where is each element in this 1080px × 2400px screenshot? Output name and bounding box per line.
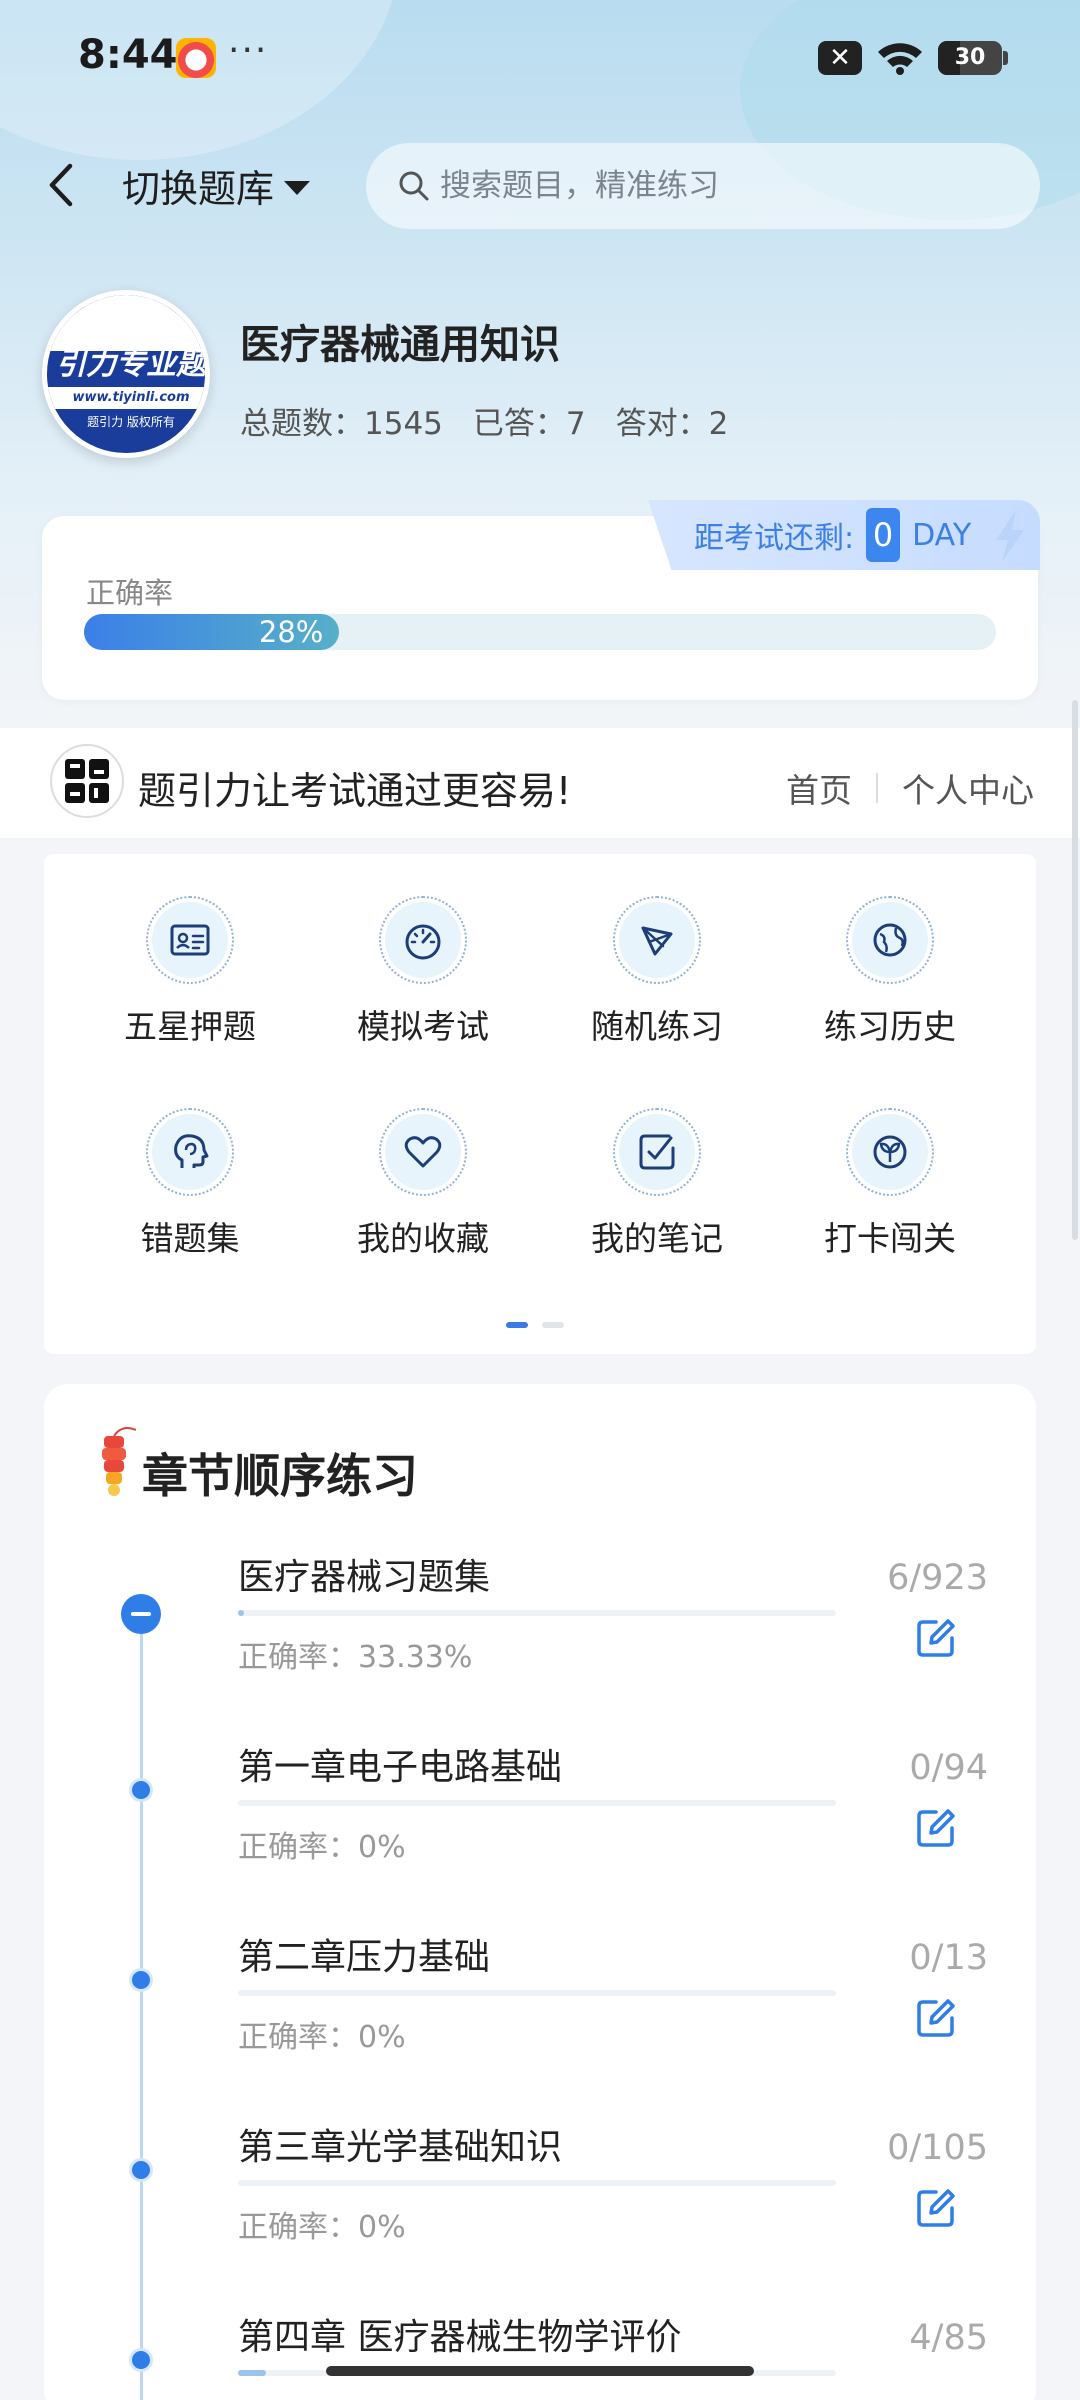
promo-banner: 题引力让考试通过更容易! 首页 个人中心 <box>0 728 1080 838</box>
edit-icon[interactable] <box>914 1616 958 1660</box>
link-divider <box>876 773 878 803</box>
menu-label: 练习历史 <box>824 1007 956 1046</box>
timeline-node <box>129 2348 153 2372</box>
accuracy-label: 正确率 <box>86 576 174 610</box>
sprout-icon <box>873 1135 907 1169</box>
answered-count: 已答：7 <box>472 406 586 442</box>
chapter-accuracy: 正确率：0% <box>238 2020 406 2055</box>
menu-item-wrong-questions[interactable]: 错题集 <box>90 1108 290 1260</box>
chapter-progress-fill <box>238 2370 267 2376</box>
chapter-name: 第二章压力基础 <box>238 1937 491 1978</box>
accuracy-progress-bar: 28% <box>84 614 996 650</box>
chapter-name: 第三章光学基础知识 <box>238 2127 563 2168</box>
home-link[interactable]: 首页 <box>786 764 852 812</box>
page-indicator <box>506 1322 564 1328</box>
home-indicator[interactable] <box>326 2366 754 2376</box>
lightning-icon <box>996 510 1024 562</box>
note-check-icon <box>639 1134 675 1170</box>
timeline-node <box>129 2158 153 2182</box>
timeline-node <box>129 1968 153 1992</box>
chapter-accuracy: 正确率：33.33% <box>238 1640 473 1675</box>
chapter-count: 0/105 <box>887 2128 988 2168</box>
menu-item-notes[interactable]: 我的笔记 <box>557 1108 757 1260</box>
menu-label: 随机练习 <box>591 1007 723 1046</box>
menu-label: 模拟考试 <box>357 1007 489 1046</box>
gauge-icon <box>405 924 441 960</box>
exam-countdown-label: 距考试还剩: <box>694 521 855 556</box>
chapter-count: 0/13 <box>909 1938 988 1978</box>
exam-countdown-badge: 距考试还剩: 0 DAY <box>648 500 1040 570</box>
menu-label: 五星押题 <box>124 1007 256 1046</box>
chapter-progress-bar <box>238 2180 836 2186</box>
globe-icon <box>873 923 907 957</box>
edit-icon[interactable] <box>914 1806 958 1850</box>
chapter-progress-bar <box>238 1610 836 1616</box>
edit-icon[interactable] <box>914 2186 958 2230</box>
timeline-node <box>129 1778 153 1802</box>
shuffle-icon <box>641 926 673 956</box>
chapter-count: 4/85 <box>909 2318 988 2358</box>
scrollbar[interactable] <box>1072 700 1078 1240</box>
chapter-item[interactable]: 第四章 医疗器械生物学评价 4/85 <box>0 0 1080 2376</box>
chapter-progress-bar <box>238 1990 836 1996</box>
firecracker-icon <box>102 1427 136 1496</box>
promo-links: 首页 个人中心 <box>786 764 1034 812</box>
day-unit: DAY <box>912 517 972 553</box>
timeline-line <box>140 1612 143 2400</box>
heart-icon <box>404 1136 442 1168</box>
menu-label: 错题集 <box>140 1219 240 1258</box>
chapter-practice-card <box>44 1384 1036 2400</box>
page-dot[interactable] <box>542 1322 564 1328</box>
chapter-name: 医疗器械习题集 <box>238 1557 491 1598</box>
chapter-count: 0/94 <box>909 1748 988 1788</box>
course-logo: 引力专业题 www.tiyinli.com 题引力 版权所有 <box>42 290 210 458</box>
chapter-accuracy: 正确率：0% <box>238 1830 406 1865</box>
page-dot-active[interactable] <box>506 1322 528 1328</box>
chapter-name: 第一章电子电路基础 <box>238 1747 563 1788</box>
course-stats: 总题数：1545 已答：7 答对：2 <box>240 398 728 443</box>
correct-count: 答对：2 <box>615 406 729 442</box>
accuracy-percent: 28% <box>258 615 324 649</box>
menu-item-five-star[interactable]: 五星押题 <box>90 896 290 1048</box>
menu-label: 我的笔记 <box>591 1219 723 1258</box>
course-title: 医疗器械通用知识 <box>240 322 560 368</box>
head-icon <box>174 1134 209 1168</box>
promo-slogan: 题引力让考试通过更容易! <box>138 769 572 813</box>
accuracy-progress-fill: 28% <box>84 614 340 650</box>
exam-days-remaining: 0 <box>866 508 901 562</box>
personal-center-link[interactable]: 个人中心 <box>902 764 1034 812</box>
menu-item-favorites[interactable]: 我的收藏 <box>323 1108 523 1260</box>
menu-item-practice-history[interactable]: 练习历史 <box>790 896 990 1048</box>
tiyinli-logo <box>50 744 124 818</box>
total-questions: 总题数：1545 <box>240 406 443 442</box>
id-card-icon <box>170 924 210 956</box>
chapter-accuracy: 正确率：0% <box>238 2210 406 2245</box>
chapter-name: 第四章 医疗器械生物学评价 <box>238 2317 682 2358</box>
menu-label: 我的收藏 <box>357 1219 489 1258</box>
collapse-icon[interactable] <box>121 1594 161 1634</box>
menu-item-random-practice[interactable]: 随机练习 <box>557 896 757 1048</box>
chapter-section-title: 章节顺序练习 <box>142 1449 418 1503</box>
menu-item-mock-exam[interactable]: 模拟考试 <box>323 896 523 1048</box>
menu-label: 打卡闯关 <box>824 1219 956 1258</box>
chapter-progress-fill <box>238 1610 244 1616</box>
chapter-progress-bar <box>238 1800 836 1806</box>
edit-icon[interactable] <box>914 1996 958 2040</box>
menu-item-check-in[interactable]: 打卡闯关 <box>790 1108 990 1260</box>
chapter-count: 6/923 <box>887 1558 988 1598</box>
